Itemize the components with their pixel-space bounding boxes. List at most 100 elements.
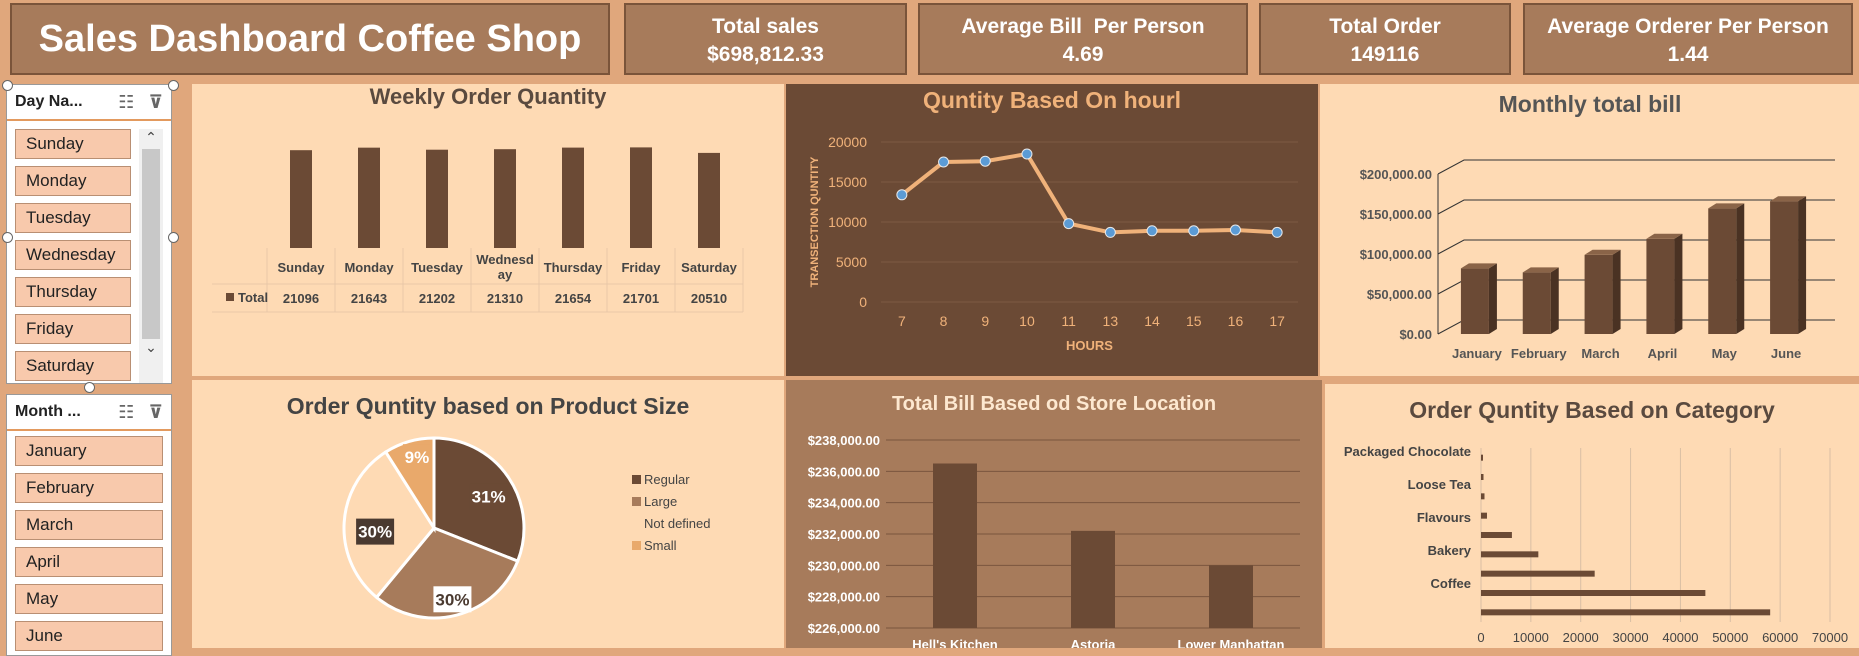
day-slicer[interactable]: Day Na... ☷ ⊽ Sunday Monday Tuesday Wedn… xyxy=(6,84,172,384)
slicer-item[interactable]: Tuesday xyxy=(15,203,131,233)
data-label: 21096 xyxy=(283,291,319,306)
data-point xyxy=(1021,148,1033,160)
resize-handle[interactable] xyxy=(2,232,13,243)
bar xyxy=(1770,201,1799,334)
bar xyxy=(494,149,516,248)
data-point xyxy=(1146,225,1158,237)
x-tick-label: March xyxy=(1581,346,1619,361)
multi-select-icon[interactable]: ☷ xyxy=(118,402,134,423)
bar xyxy=(290,150,312,248)
data-label: 31% xyxy=(472,488,506,507)
bar-side xyxy=(1550,267,1559,334)
bar xyxy=(562,147,584,248)
tick-label: Thursday xyxy=(544,260,603,275)
data-label: 9% xyxy=(405,448,430,467)
data-point xyxy=(1063,218,1075,230)
chart-title: Weekly Order Quantity xyxy=(370,84,608,109)
slicer-item[interactable]: Saturday xyxy=(15,351,131,381)
chart-title: Order Quntity based on Product Size xyxy=(287,393,690,419)
y-tick-label: 10000 xyxy=(828,214,867,230)
store-location-panel: Total Bill Based od Store Location $226,0… xyxy=(786,380,1322,652)
y-tick-label: $236,000.00 xyxy=(808,464,880,479)
slicer-item[interactable]: June xyxy=(15,621,163,651)
bar xyxy=(1584,254,1613,334)
x-tick-label: Lower Manhattan xyxy=(1178,637,1285,648)
category-chart: Order Quntity Based on Category 0 10000 200… xyxy=(1344,397,1848,645)
y-tick-label: Bakery xyxy=(1428,543,1472,558)
chart-title: Total Bill Based od Store Location xyxy=(892,393,1216,415)
tick-label: Tuesday xyxy=(411,260,464,275)
kpi-value: 1.44 xyxy=(1667,43,1709,66)
x-tick-label: 10 xyxy=(1019,313,1035,329)
tick-label: Monday xyxy=(344,260,394,275)
resize-handle[interactable] xyxy=(84,382,95,393)
x-tick-label: 16 xyxy=(1228,313,1244,329)
data-label: 20510 xyxy=(691,291,727,306)
tick-label: Wednesd xyxy=(476,252,534,267)
series-line xyxy=(900,151,1278,235)
store-location-chart: Total Bill Based od Store Location $226,0… xyxy=(808,393,1300,652)
legend-swatch xyxy=(226,293,234,301)
scrollbar[interactable]: ⌃ ⌄ xyxy=(139,129,163,383)
kpi-title: Average Orderer Per Person xyxy=(1547,15,1829,38)
slicer-item[interactable]: January xyxy=(15,436,163,466)
data-point xyxy=(1229,224,1241,236)
y-tick-label: $232,000.00 xyxy=(808,527,880,542)
tick-label: Sunday xyxy=(278,260,326,275)
clear-filter-icon[interactable]: ⊽ xyxy=(148,92,163,113)
x-tick-label: 14 xyxy=(1144,313,1160,329)
data-label: 30% xyxy=(435,590,469,609)
slicer-item[interactable]: April xyxy=(15,547,163,577)
resize-handle[interactable] xyxy=(2,80,13,91)
kpi-title: Total sales xyxy=(712,15,819,38)
x-tick-label: 17 xyxy=(1269,313,1285,329)
bar xyxy=(1481,493,1485,500)
x-tick-label: June xyxy=(1771,346,1801,361)
y-tick-label: $238,000.00 xyxy=(808,433,880,448)
data-label: 21202 xyxy=(419,291,455,306)
slicer-header: Month ... xyxy=(15,403,81,420)
scroll-up-icon[interactable]: ⌃ xyxy=(139,129,163,149)
legend-label: Regular xyxy=(644,472,690,487)
kpi-value: 4.69 xyxy=(1062,43,1104,66)
y-tick-label: $200,000.00 xyxy=(1360,167,1432,182)
hourly-quantity-panel: Quntity Based On hourl 0 5000 10000 15000 200… xyxy=(786,84,1318,376)
y-tick-label: 5000 xyxy=(836,254,867,270)
slicer-item[interactable]: Friday xyxy=(15,314,131,344)
kpi-title: Total Order xyxy=(1329,15,1441,38)
x-tick-label: January xyxy=(1452,346,1503,361)
bar xyxy=(1481,570,1595,577)
bar xyxy=(426,149,448,248)
bar xyxy=(1481,454,1483,461)
month-slicer[interactable]: Month ... ☷ ⊽ January February March Apr… xyxy=(6,394,172,656)
slicer-item[interactable]: May xyxy=(15,584,163,614)
slicer-item[interactable]: March xyxy=(15,510,163,540)
scroll-down-icon[interactable]: ⌄ xyxy=(139,339,163,359)
resize-handle[interactable] xyxy=(168,232,179,243)
slicer-header: Day Na... xyxy=(15,93,83,110)
slicer-item[interactable]: Monday xyxy=(15,166,131,196)
slicer-item[interactable]: Sunday xyxy=(15,129,131,159)
slicer-item[interactable]: Wednesday xyxy=(15,240,131,270)
legend-swatch xyxy=(632,541,641,550)
kpi-total-order: Total Order 149116 xyxy=(1259,3,1511,75)
data-label: 21654 xyxy=(555,291,592,306)
dashboard-title: Sales Dashboard Coffee Shop xyxy=(10,3,610,75)
slicer-item[interactable]: Thursday xyxy=(15,277,131,307)
chart-title: Order Quntity Based on Category xyxy=(1409,397,1775,423)
hourly-quantity-chart: Quntity Based On hourl 0 5000 10000 15000 200… xyxy=(809,87,1298,353)
slicer-item[interactable]: February xyxy=(15,473,163,503)
y-tick-label: $230,000.00 xyxy=(808,558,880,573)
clear-filter-icon[interactable]: ⊽ xyxy=(148,402,163,423)
bar-side xyxy=(1798,196,1807,334)
scroll-thumb[interactable] xyxy=(142,149,160,339)
multi-select-icon[interactable]: ☷ xyxy=(118,92,134,113)
y-tick-label: Packaged Chocolate xyxy=(1344,444,1471,459)
category-panel: Order Quntity Based on Category 0 10000 200… xyxy=(1325,384,1859,648)
x-tick-label: 7 xyxy=(898,313,906,329)
x-tick-label: 30000 xyxy=(1612,630,1648,645)
resize-handle[interactable] xyxy=(168,80,179,91)
legend-label: Large xyxy=(644,494,677,509)
x-tick-label: 15 xyxy=(1186,313,1202,329)
x-tick-label: 20000 xyxy=(1563,630,1599,645)
